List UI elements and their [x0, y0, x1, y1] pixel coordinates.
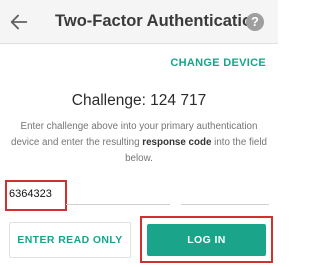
challenge-code: Challenge: 124 717 [71, 92, 207, 109]
help-icon[interactable]: ? [246, 13, 264, 31]
input-underline [66, 204, 170, 205]
app-header: Two-Factor Authentication ? [0, 0, 278, 44]
response-code-input[interactable]: 6364323 [9, 188, 52, 200]
change-device-link[interactable]: CHANGE DEVICE [170, 57, 266, 69]
login-button[interactable]: LOG IN [147, 224, 266, 256]
enter-read-only-button[interactable]: ENTER READ ONLY [9, 222, 131, 258]
instructions-text: Enter challenge above into your primary … [8, 119, 270, 167]
page-title: Two-Factor Authentication [55, 12, 263, 30]
input-underline-secondary[interactable] [181, 204, 269, 205]
back-arrow-icon[interactable] [8, 11, 30, 33]
instructions-emphasis: response code [142, 137, 212, 148]
